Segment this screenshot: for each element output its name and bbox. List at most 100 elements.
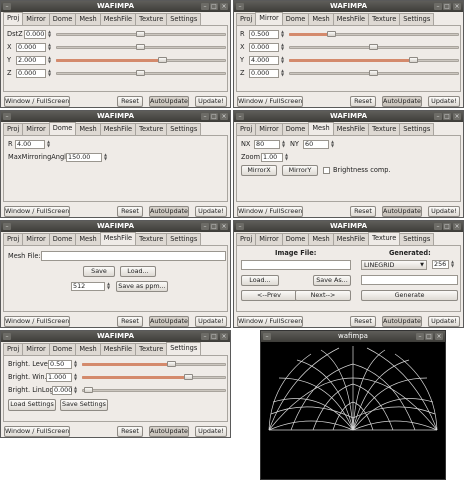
image-file-input[interactable] [241, 260, 351, 270]
reset-button[interactable]: Reset [117, 426, 143, 437]
tab-mesh[interactable]: Mesh [75, 343, 101, 355]
tab-texture[interactable]: Texture [368, 123, 401, 135]
tab-settings[interactable]: Settings [166, 123, 202, 135]
reset-button[interactable]: Reset [350, 206, 376, 217]
generate-button[interactable]: Generate [361, 290, 458, 301]
update-button[interactable]: Update! [195, 206, 227, 217]
tab-meshfile[interactable]: MeshFile [99, 343, 137, 355]
window-fullscreen-button[interactable]: Window / FullScreen [4, 206, 70, 217]
proj-spin[interactable]: 0.000 [16, 69, 46, 78]
tab-settings[interactable]: Settings [399, 13, 435, 25]
next-button[interactable]: Next--> [295, 290, 351, 301]
minimize-icon[interactable]: – [201, 223, 209, 230]
tab-dome[interactable]: Dome [48, 343, 77, 355]
tab-mirror[interactable]: Mirror [22, 123, 50, 135]
autoupdate-button[interactable]: AutoUpdate [149, 206, 189, 217]
minimize-icon[interactable]: – [201, 113, 209, 120]
autoupdate-button[interactable]: AutoUpdate [382, 316, 422, 327]
tab-settings[interactable]: Settings [399, 233, 435, 245]
tab-mirror[interactable]: Mirror [22, 343, 50, 355]
prev-button[interactable]: <--Prev [241, 290, 297, 301]
tab-texture[interactable]: Texture [135, 13, 168, 25]
tab-proj[interactable]: Proj [236, 123, 257, 135]
close-icon[interactable]: × [453, 3, 461, 10]
slider-knob[interactable] [327, 31, 336, 37]
spin-arrows-icon[interactable]: ▲ ▼ [280, 56, 285, 65]
tab-mesh[interactable]: Mesh [75, 123, 101, 135]
tab-settings[interactable]: Settings [166, 342, 202, 355]
texture-load-button[interactable]: Load... [241, 275, 279, 286]
spin-arrows-icon[interactable]: ▲ ▼ [280, 30, 285, 39]
minimize-icon[interactable]: – [201, 333, 209, 340]
tab-texture[interactable]: Texture [135, 123, 168, 135]
tab-proj[interactable]: Proj [236, 13, 257, 25]
spin-arrows-icon[interactable]: ▲ ▼ [47, 43, 52, 52]
tab-dome[interactable]: Dome [48, 233, 77, 245]
tab-dome[interactable]: Dome [281, 233, 310, 245]
autoupdate-button[interactable]: AutoUpdate [149, 316, 189, 327]
autoupdate-button[interactable]: AutoUpdate [149, 96, 189, 107]
spin-arrows-icon[interactable]: ▲ ▼ [46, 140, 51, 149]
tab-settings[interactable]: Settings [166, 13, 202, 25]
maximize-icon[interactable]: □ [210, 333, 218, 340]
slider-knob[interactable] [84, 387, 93, 393]
mirror-spin[interactable]: 0.000 [249, 69, 279, 78]
mesh-zoom-spin[interactable]: 1.00 [261, 153, 283, 162]
maximize-icon[interactable]: □ [443, 223, 451, 230]
close-icon[interactable]: × [220, 333, 228, 340]
settings-slider[interactable] [82, 389, 226, 392]
mesh-size-spin[interactable]: 512 [71, 282, 105, 291]
spin-arrows-icon[interactable]: ▲ ▼ [450, 260, 455, 269]
mesh-nx-spin[interactable]: 80 [254, 140, 280, 149]
save-button[interactable]: Save [83, 266, 115, 277]
tab-meshfile[interactable]: MeshFile [332, 123, 370, 135]
mirror-spin[interactable]: 4.000 [249, 56, 279, 65]
mesh-file-input[interactable] [41, 251, 226, 261]
generator-params-input[interactable] [361, 275, 458, 285]
tab-meshfile[interactable]: MeshFile [99, 232, 137, 245]
spin-arrows-icon[interactable]: ▲ ▼ [280, 69, 285, 78]
tab-dome[interactable]: Dome [281, 13, 310, 25]
dome-r-spin[interactable]: 4.00 [15, 140, 45, 149]
maximize-icon[interactable]: □ [443, 113, 451, 120]
spin-arrows-icon[interactable]: ▲ ▼ [73, 360, 78, 369]
tab-texture[interactable]: Texture [368, 232, 401, 245]
minimize-icon[interactable]: – [236, 113, 244, 120]
window-fullscreen-button[interactable]: Window / FullScreen [4, 426, 70, 437]
close-icon[interactable]: × [220, 113, 228, 120]
minimize-icon[interactable]: – [236, 223, 244, 230]
maximize-icon[interactable]: □ [210, 3, 218, 10]
window-fullscreen-button[interactable]: Window / FullScreen [237, 316, 303, 327]
autoupdate-button[interactable]: AutoUpdate [149, 426, 189, 437]
minimize-icon[interactable]: – [434, 113, 442, 120]
tab-texture[interactable]: Texture [368, 13, 401, 25]
tab-mesh[interactable]: Mesh [308, 233, 334, 245]
dome-angle-spin[interactable]: 150.00 [66, 153, 102, 162]
slider-knob[interactable] [158, 57, 167, 63]
tab-proj[interactable]: Proj [3, 123, 24, 135]
tab-dome[interactable]: Dome [48, 13, 77, 25]
mesh-ny-spin[interactable]: 60 [303, 140, 329, 149]
minimize-icon[interactable]: – [3, 333, 11, 340]
tab-meshfile[interactable]: MeshFile [332, 233, 370, 245]
save-settings-button[interactable]: Save Settings [60, 399, 108, 411]
tab-mesh[interactable]: Mesh [75, 233, 101, 245]
tab-meshfile[interactable]: MeshFile [99, 13, 137, 25]
tab-dome[interactable]: Dome [48, 122, 77, 135]
window-fullscreen-button[interactable]: Window / FullScreen [4, 96, 70, 107]
spin-arrows-icon[interactable]: ▲ ▼ [280, 43, 285, 52]
minimize-icon[interactable]: – [434, 3, 442, 10]
save-ppm-button[interactable]: Save as ppm... [116, 281, 168, 292]
minimize-icon[interactable]: – [3, 113, 11, 120]
spin-arrows-icon[interactable]: ▲ ▼ [281, 140, 286, 149]
reset-button[interactable]: Reset [117, 206, 143, 217]
spin-arrows-icon[interactable]: ▲ ▼ [103, 153, 108, 162]
tab-proj[interactable]: Proj [3, 343, 24, 355]
slider-knob[interactable] [136, 31, 145, 37]
mirrorx-button[interactable]: MirrorX [241, 165, 277, 176]
tab-mesh[interactable]: Mesh [308, 13, 334, 25]
spin-arrows-icon[interactable]: ▲ ▼ [47, 69, 52, 78]
load-button[interactable]: Load... [120, 266, 156, 277]
minimize-icon[interactable]: – [236, 3, 244, 10]
close-icon[interactable]: × [220, 223, 228, 230]
